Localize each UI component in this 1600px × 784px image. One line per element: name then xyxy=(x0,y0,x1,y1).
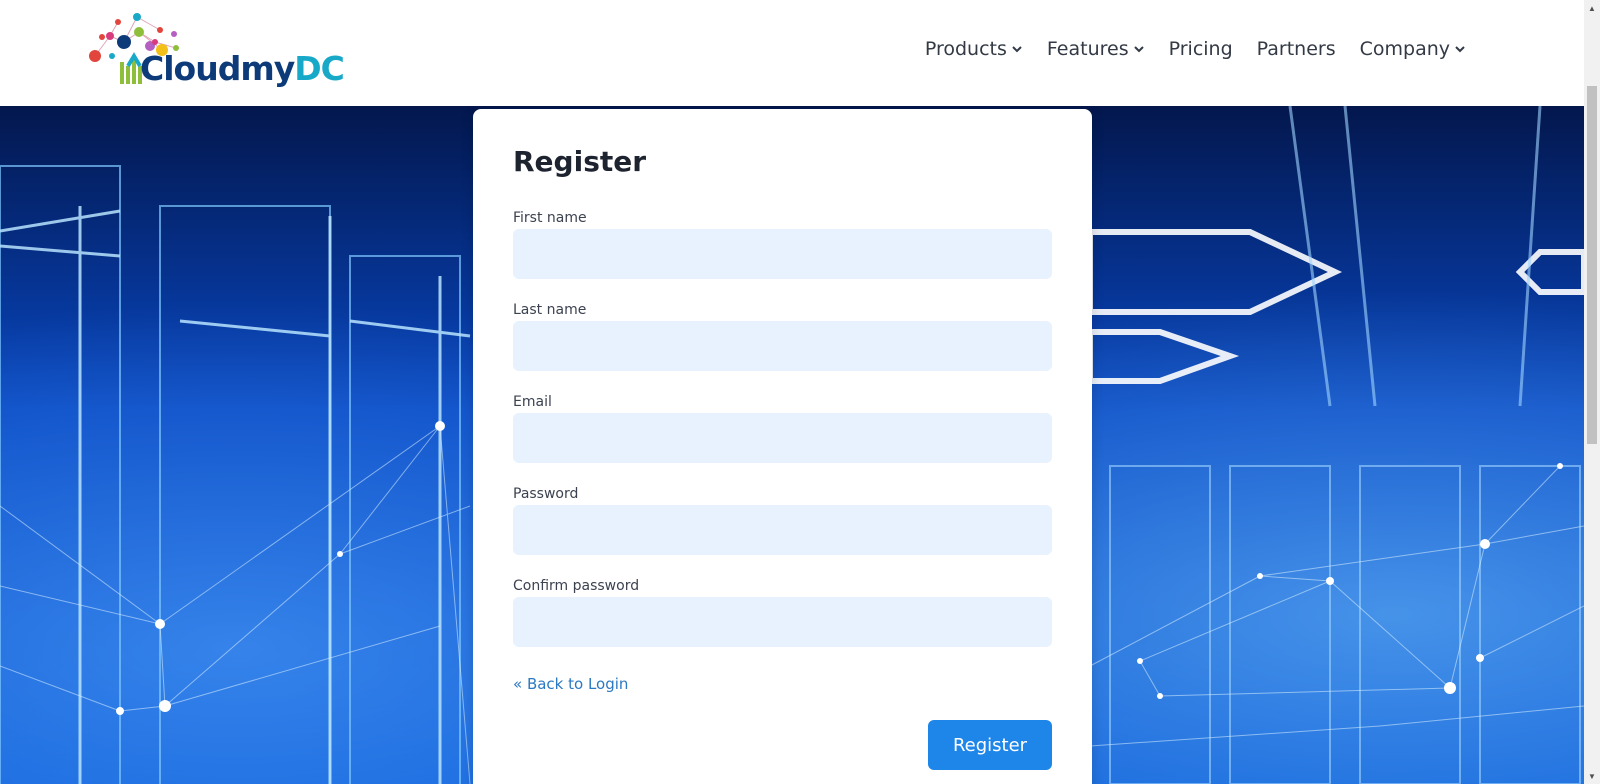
last-name-input[interactable] xyxy=(513,321,1052,371)
nav-item-label: Products xyxy=(924,38,1007,60)
confirm-password-input[interactable] xyxy=(513,597,1052,647)
last-name-label: Last name xyxy=(513,302,587,318)
scroll-up-arrow-icon[interactable]: ▲ xyxy=(1584,0,1600,16)
nav-item-label: Features xyxy=(1046,38,1129,60)
page: CloudmyDC Products Features Pricing Part… xyxy=(0,0,1600,784)
first-name-input[interactable] xyxy=(513,229,1052,279)
register-title: Register xyxy=(513,145,647,178)
register-card: Register First name Last name Email Pass… xyxy=(473,109,1092,784)
logo-text-cloudmy: Cloudmy xyxy=(140,49,295,88)
chevron-down-icon xyxy=(1012,46,1022,53)
back-to-login-link[interactable]: « Back to Login xyxy=(513,675,628,693)
nav-item-partners[interactable]: Partners xyxy=(1257,38,1336,60)
main-nav: Products Features Pricing Partners Compa… xyxy=(925,38,1466,60)
nav-item-label: Company xyxy=(1359,38,1450,60)
logo-wordmark: CloudmyDC xyxy=(140,49,345,88)
nav-item-company[interactable]: Company xyxy=(1360,38,1466,60)
site-header: CloudmyDC Products Features Pricing Part… xyxy=(0,0,1584,106)
first-name-label: First name xyxy=(513,210,587,226)
email-label: Email xyxy=(513,394,552,410)
password-input[interactable] xyxy=(513,505,1052,555)
logo-text-dc: DC xyxy=(294,49,345,88)
cloudmydc-logo[interactable]: CloudmyDC xyxy=(88,12,345,94)
register-button[interactable]: Register xyxy=(928,720,1052,770)
nav-item-features[interactable]: Features xyxy=(1047,38,1145,60)
nav-item-label: Pricing xyxy=(1168,38,1233,60)
nav-item-pricing[interactable]: Pricing xyxy=(1169,38,1233,60)
scroll-down-arrow-icon[interactable]: ▼ xyxy=(1584,768,1600,784)
page-scrollbar[interactable]: ▲ ▼ xyxy=(1584,0,1600,784)
password-label: Password xyxy=(513,486,579,502)
nav-item-label: Partners xyxy=(1256,38,1336,60)
scrollbar-thumb[interactable] xyxy=(1587,86,1597,444)
nav-item-products[interactable]: Products xyxy=(925,38,1023,60)
confirm-password-label: Confirm password xyxy=(513,578,640,594)
email-input[interactable] xyxy=(513,413,1052,463)
chevron-down-icon xyxy=(1455,46,1465,53)
chevron-down-icon xyxy=(1133,46,1144,53)
